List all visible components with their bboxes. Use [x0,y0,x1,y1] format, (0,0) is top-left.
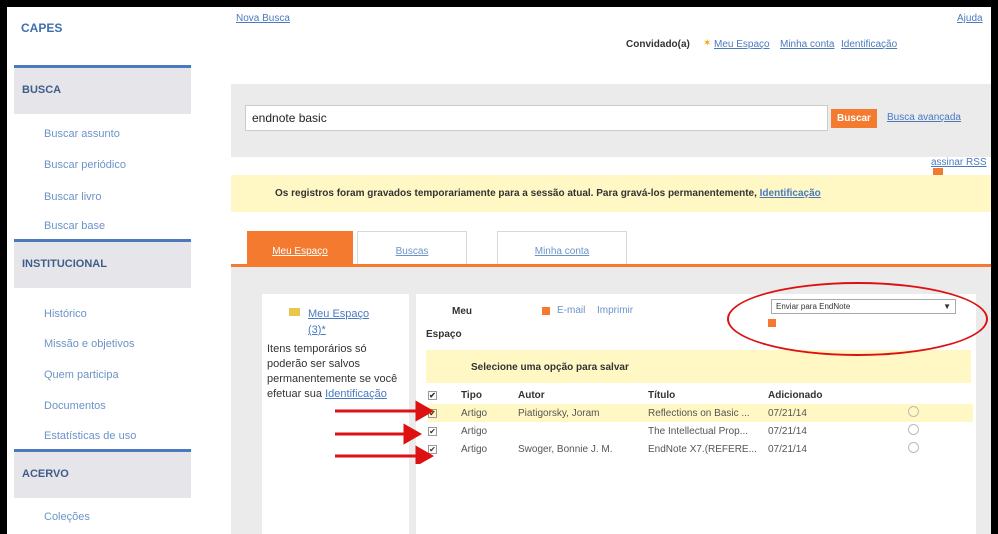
sidebar-item-documentos[interactable]: Documentos [44,400,106,412]
ajuda-link[interactable]: Ajuda [957,13,983,24]
annotation-ellipse [727,282,988,356]
remove-icon[interactable] [908,406,919,417]
advanced-search-link[interactable]: Busca avançada [887,112,961,123]
notice-bar: Os registros foram gravados temporariame… [231,175,991,212]
table-row[interactable]: ✔ Artigo Piatigorsky, Joram Reflections … [428,404,973,422]
cell-autor: Swoger, Bonnie J. M. [518,443,613,455]
col-tipo: Tipo [461,389,482,401]
sidebar-item-historico[interactable]: Histórico [44,308,87,320]
sidebar-header-busca: BUSCA [14,65,191,114]
tab-minha-conta[interactable]: Minha conta [497,231,627,264]
arrow-head-1 [415,400,435,422]
sidebar-item-quem-participa[interactable]: Quem participa [44,369,119,381]
sidebar-item-buscar-assunto[interactable]: Buscar assunto [44,128,120,140]
folder-icon [289,308,300,316]
tab-buscas[interactable]: Buscas [357,231,467,264]
espaco-label: Espaço [426,329,462,340]
col-titulo: Título [648,389,676,401]
sidebar-item-buscar-base[interactable]: Buscar base [44,220,105,232]
sidebar-item-buscar-livro[interactable]: Buscar livro [44,191,101,203]
notice-identificacao-link[interactable]: Identificação [760,188,821,199]
cell-data: 07/21/14 [768,443,807,455]
col-adicionado: Adicionado [768,389,823,401]
arrow-head-2 [403,423,423,445]
cell-data: 07/21/14 [768,425,807,437]
rss-label[interactable]: assinar RSS [931,157,987,168]
cell-tipo: Artigo [461,404,518,422]
sidebar-header-institucional: INSTITUCIONAL [14,239,191,288]
meu-espaco-link[interactable]: Meu Espaço [714,39,770,50]
search-band: Buscar Busca avançada [231,84,991,157]
user-label: Convidado(a) [626,39,690,50]
sidebar-item-buscar-periodico[interactable]: Buscar periódico [44,159,126,171]
table-row[interactable]: ✔ Artigo Swoger, Bonnie J. M. EndNote X7… [428,440,973,458]
notice-text: Os registros foram gravados temporariame… [275,188,757,199]
search-button[interactable]: Buscar [831,109,877,128]
email-link[interactable]: E-mail [557,305,585,316]
cell-tipo: Artigo [461,425,488,437]
sidebar-header-acervo: ACERVO [14,449,191,498]
star-icon: ✶ [703,38,712,49]
col-autor: Autor [518,389,545,401]
capes-logo[interactable]: CAPES [21,21,62,35]
sidebar-item-colecoes[interactable]: Coleções [44,511,90,523]
sidebar-item-missao[interactable]: Missão e objetivos [44,338,135,350]
sidebar: CAPES BUSCA Buscar assunto Buscar periód… [14,7,191,534]
cell-data: 07/21/14 [768,404,908,422]
cell-titulo[interactable]: EndNote X7.(REFERE... [648,440,768,458]
cell-tipo: Artigo [461,443,488,455]
sidebar-item-estatisticas[interactable]: Estatísticas de uso [44,430,136,442]
meu-label: Meu [452,306,472,317]
table-row[interactable]: ✔ Artigo The Intellectual Prop... 07/21/… [428,422,973,440]
remove-icon[interactable] [908,442,919,453]
remove-icon[interactable] [908,424,919,435]
nova-busca-link[interactable]: Nova Busca [236,13,290,24]
email-icon[interactable] [542,307,550,315]
imprimir-link[interactable]: Imprimir [597,305,633,316]
arrow-head-3 [415,445,435,464]
tab-meu-espaco[interactable]: Meu Espaço [247,231,353,264]
cell-titulo[interactable]: Reflections on Basic ... [648,404,768,422]
temporary-items-text: Itens temporários só poderão ser salvos … [267,342,407,402]
save-prompt-bar: Selecione uma opção para salvar [426,350,971,383]
annotation-arrows [335,400,435,464]
identificacao-link[interactable]: Identificação [841,39,897,50]
records-table: ✔ Tipo Autor Título Adicionado ✔ Artigo … [428,386,973,458]
cell-titulo[interactable]: The Intellectual Prop... [648,422,768,440]
page: CAPES BUSCA Buscar assunto Buscar periód… [7,7,991,534]
cell-autor: Piatigorsky, Joram [518,404,648,422]
meu-espaco-folder-link[interactable]: Meu Espaço (3)* [308,306,378,338]
search-input[interactable] [245,105,828,131]
table-header: ✔ Tipo Autor Título Adicionado [428,386,973,404]
minha-conta-link[interactable]: Minha conta [780,39,834,50]
cell-autor [518,422,648,440]
